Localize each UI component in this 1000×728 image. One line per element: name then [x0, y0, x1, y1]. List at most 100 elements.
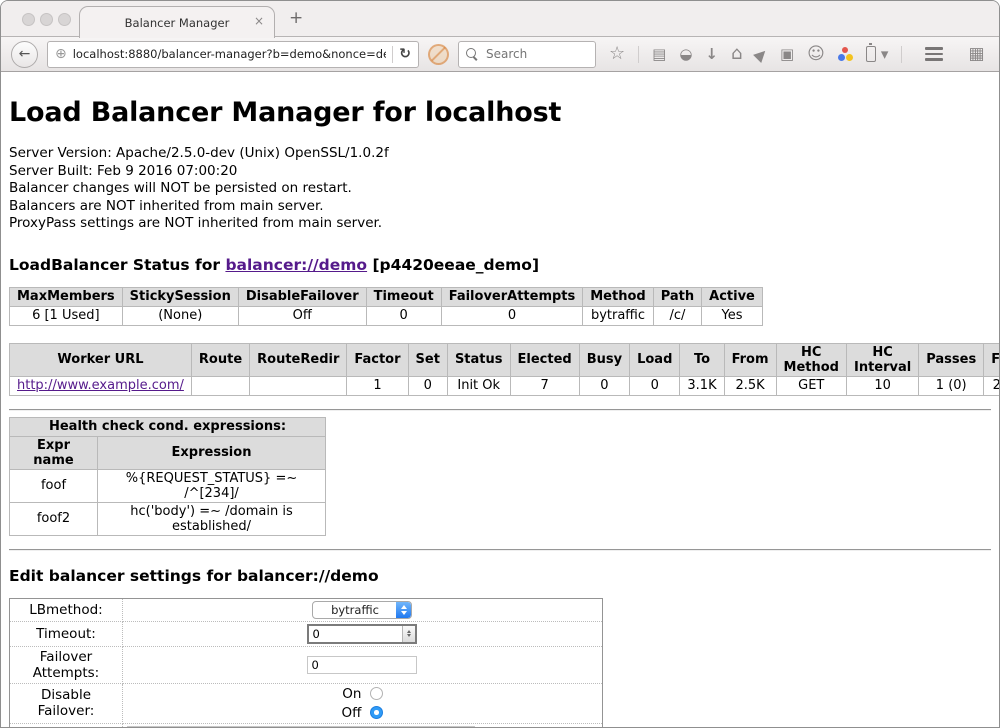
tab-groups-icon[interactable]: ▦ [968, 44, 984, 64]
radio-on[interactable] [370, 687, 383, 700]
content-blocked-icon[interactable] [428, 44, 449, 65]
window-controls[interactable] [22, 13, 71, 26]
health-table-title: Health check cond. expressions: [10, 417, 326, 436]
overflow-caret-icon[interactable]: ▾ [881, 47, 889, 62]
col-method: Method [583, 287, 653, 306]
cell-factor: 1 [347, 376, 408, 395]
table-header-row: Expr name Expression [10, 436, 326, 469]
lbmethod-label: LBmethod: [10, 598, 123, 621]
cell-method: bytraffic [583, 306, 653, 325]
col-path: Path [653, 287, 701, 306]
col-set: Set [408, 343, 447, 376]
col-hc-interval: HC Interval [846, 343, 918, 376]
tab-balancer-manager[interactable]: Balancer Manager × [79, 6, 275, 38]
balancers-note-line: Balancers are NOT inherited from main se… [9, 198, 991, 216]
table-row: http://www.example.com/ 1 0 Init Ok 7 0 … [10, 376, 1000, 395]
share-icon[interactable]: ▶ [752, 45, 771, 64]
lbmethod-cell: bytraffic [122, 598, 602, 621]
battery-icon[interactable] [866, 46, 876, 62]
zoom-window-button[interactable] [58, 13, 71, 26]
table-header-row: Worker URL Route RouteRedir Factor Set S… [10, 343, 1000, 376]
cell-passes: 1 (0) [919, 376, 984, 395]
cell-hc-method: GET [776, 376, 846, 395]
col-timeout: Timeout [366, 287, 441, 306]
tab-close-icon[interactable]: × [254, 15, 264, 27]
balancer-status-table: MaxMembers StickySession DisableFailover… [9, 287, 763, 326]
reload-icon[interactable]: ↻ [399, 47, 411, 61]
cell-route [191, 376, 249, 395]
close-window-button[interactable] [22, 13, 35, 26]
minimize-window-button[interactable] [40, 13, 53, 26]
toolbar-divider [638, 46, 639, 63]
balancer-demo-link[interactable]: balancer://demo [225, 256, 367, 274]
col-worker-url: Worker URL [10, 343, 192, 376]
col-elected: Elected [510, 343, 579, 376]
form-row-disable-failover: Disable Failover: On Off [10, 683, 603, 723]
home-icon[interactable]: ⌂ [731, 45, 742, 63]
pocket-icon[interactable]: ◒ [679, 47, 692, 62]
back-arrow-icon: ← [19, 46, 31, 62]
proxypass-note-line: ProxyPass settings are NOT inherited fro… [9, 215, 991, 233]
search-input[interactable] [484, 46, 588, 62]
table-row: foof %{REQUEST_STATUS} =~ /^[234]/ [10, 469, 326, 502]
colors-extension-icon[interactable] [838, 47, 853, 62]
select-stepper-icon [396, 602, 411, 618]
persist-note-line: Balancer changes will NOT be persisted o… [9, 180, 991, 198]
sticky-session-label: Sticky Session: [10, 723, 123, 728]
sticky-session-cell: (Use '-' to delete) [122, 723, 602, 728]
failover-attempts-input[interactable] [307, 656, 417, 674]
cell-set: 0 [408, 376, 447, 395]
reading-list-icon[interactable]: ▤ [652, 47, 666, 62]
timeout-input[interactable] [309, 626, 402, 642]
lbmethod-select[interactable]: bytraffic [312, 601, 412, 619]
edit-balancer-heading: Edit balancer settings for balancer://de… [9, 567, 991, 585]
edit-balancer-form: LBmethod: bytraffic Timeout: [9, 598, 603, 728]
failover-attempts-label: Failover Attempts: [10, 646, 123, 683]
bookmark-star-icon[interactable]: ☆ [609, 45, 625, 63]
timeout-field[interactable] [307, 624, 417, 644]
timeout-cell [122, 621, 602, 646]
form-row-sticky-session: Sticky Session: (Use '-' to delete) [10, 723, 603, 728]
search-bar[interactable] [458, 41, 596, 68]
form-row-lbmethod: LBmethod: bytraffic [10, 598, 603, 621]
table-header-row: MaxMembers StickySession DisableFailover… [10, 287, 763, 306]
form-row-failover-attempts: Failover Attempts: [10, 646, 603, 683]
col-disablefailover: DisableFailover [238, 287, 366, 306]
forum-smiley-icon[interactable]: ☺ [807, 46, 825, 63]
cell-busy: 0 [579, 376, 629, 395]
toolbar-icons: ☆ ▤ ◒ ↓ ⌂ ▶ ▣ ☺ ▾ ▦ [609, 44, 985, 64]
col-routeredir: RouteRedir [250, 343, 347, 376]
col-active: Active [702, 287, 763, 306]
downloads-icon[interactable]: ↓ [705, 47, 718, 62]
disable-failover-cell: On Off [122, 683, 602, 723]
cell-routeredir [250, 376, 347, 395]
menu-icon[interactable] [925, 47, 943, 61]
server-info: Server Version: Apache/2.5.0-dev (Unix) … [9, 145, 991, 233]
tab-title: Balancer Manager [125, 16, 230, 30]
url-bar[interactable]: ⊕ ↻ [47, 41, 419, 68]
lbmethod-selected-value: bytraffic [313, 602, 396, 618]
cell-failoverattempts: 0 [441, 306, 583, 325]
form-row-timeout: Timeout: [10, 621, 603, 646]
cell-load: 0 [630, 376, 680, 395]
col-expr-name: Expr name [10, 436, 98, 469]
separator [9, 549, 991, 551]
screenshot-icon[interactable]: ▣ [780, 47, 794, 62]
number-spinner-icon[interactable] [402, 626, 415, 642]
radio-off[interactable] [370, 706, 383, 719]
url-input[interactable] [73, 47, 387, 61]
table-row: 6 [1 Used] (None) Off 0 0 bytraffic /c/ … [10, 306, 763, 325]
failover-attempts-cell [122, 646, 602, 683]
back-button[interactable]: ← [11, 41, 38, 68]
cell-hc-interval: 10 [846, 376, 918, 395]
col-failoverattempts: FailoverAttempts [441, 287, 583, 306]
col-status: Status [447, 343, 510, 376]
disable-failover-label: Disable Failover: [10, 683, 123, 723]
worker-url-link[interactable]: http://www.example.com/ [17, 378, 184, 393]
new-tab-button[interactable]: + [289, 8, 303, 28]
navigation-toolbar: ← ⊕ ↻ ☆ ▤ ◒ ↓ ⌂ ▶ ▣ ☺ ▾ ▦ [1, 37, 999, 72]
globe-icon: ⊕ [55, 47, 67, 61]
server-version-line: Server Version: Apache/2.5.0-dev (Unix) … [9, 145, 991, 163]
health-check-table: Health check cond. expressions: Expr nam… [9, 417, 326, 536]
cell-from: 2.5K [724, 376, 776, 395]
